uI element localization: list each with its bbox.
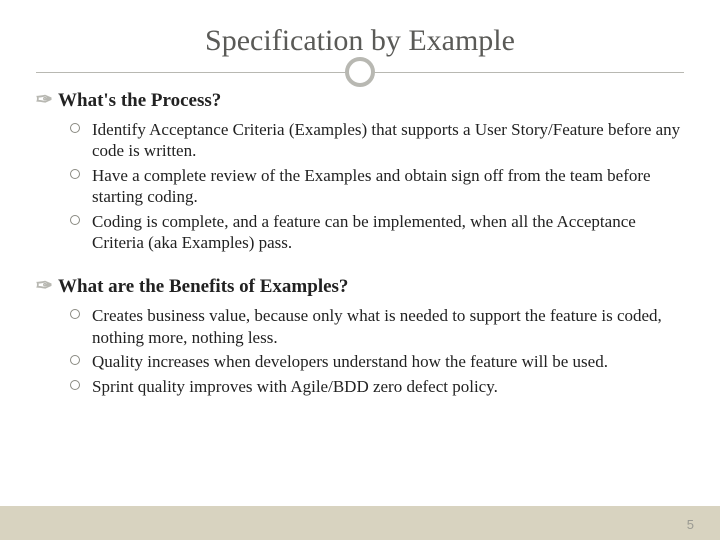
bullets-benefits: Creates business value, because only wha… bbox=[36, 305, 684, 397]
section-benefits: ✑ What are the Benefits of Examples? Cre… bbox=[36, 275, 684, 397]
swirl-icon: ✑ bbox=[36, 275, 58, 297]
heading-process: ✑ What's the Process? bbox=[36, 89, 684, 113]
bullets-process: Identify Acceptance Criteria (Examples) … bbox=[36, 119, 684, 253]
slide: Specification by Example ✑ What's the Pr… bbox=[0, 0, 720, 540]
bullet-icon bbox=[70, 309, 80, 319]
bullet-text: Sprint quality improves with Agile/BDD z… bbox=[92, 377, 498, 396]
list-item: Sprint quality improves with Agile/BDD z… bbox=[70, 376, 684, 397]
heading-benefits: ✑ What are the Benefits of Examples? bbox=[36, 275, 684, 299]
bullet-text: Have a complete review of the Examples a… bbox=[92, 166, 651, 206]
list-item: Identify Acceptance Criteria (Examples) … bbox=[70, 119, 684, 162]
title-block: Specification by Example bbox=[36, 24, 684, 73]
bullet-icon bbox=[70, 355, 80, 365]
slide-content: ✑ What's the Process? Identify Acceptanc… bbox=[36, 83, 684, 397]
list-item: Creates business value, because only wha… bbox=[70, 305, 684, 348]
bullet-icon bbox=[70, 380, 80, 390]
section-process: ✑ What's the Process? Identify Acceptanc… bbox=[36, 89, 684, 253]
bullet-text: Creates business value, because only wha… bbox=[92, 306, 662, 346]
bullet-text: Identify Acceptance Criteria (Examples) … bbox=[92, 120, 680, 160]
circle-icon bbox=[345, 57, 375, 87]
bullet-icon bbox=[70, 169, 80, 179]
list-item: Coding is complete, and a feature can be… bbox=[70, 211, 684, 254]
bullet-text: Quality increases when developers unders… bbox=[92, 352, 608, 371]
bullet-icon bbox=[70, 215, 80, 225]
list-item: Have a complete review of the Examples a… bbox=[70, 165, 684, 208]
slide-title: Specification by Example bbox=[205, 24, 515, 58]
heading-text: What's the Process? bbox=[58, 89, 221, 113]
page-number: 5 bbox=[687, 517, 694, 532]
footer-band bbox=[0, 506, 720, 540]
bullet-text: Coding is complete, and a feature can be… bbox=[92, 212, 636, 252]
bullet-icon bbox=[70, 123, 80, 133]
swirl-icon: ✑ bbox=[36, 89, 58, 111]
title-divider bbox=[36, 72, 684, 73]
list-item: Quality increases when developers unders… bbox=[70, 351, 684, 372]
heading-text: What are the Benefits of Examples? bbox=[58, 275, 348, 299]
